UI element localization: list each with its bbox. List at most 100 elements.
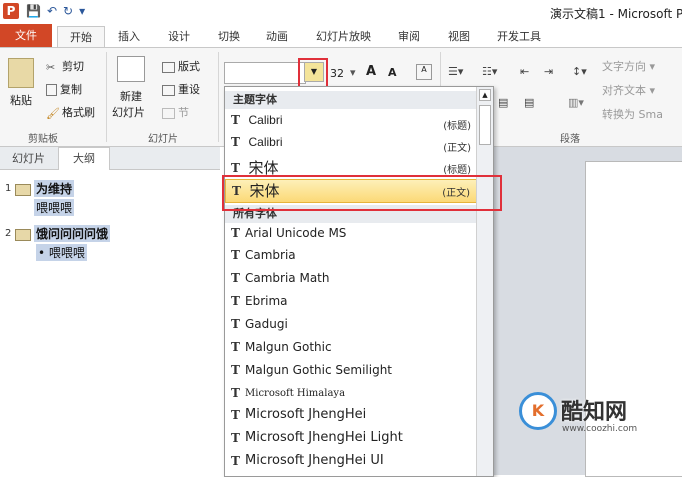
tab-insert[interactable]: 插入 bbox=[118, 26, 140, 47]
columns-icon[interactable]: ▥▾ bbox=[568, 96, 584, 109]
font-option[interactable]: T Calibri (正文) bbox=[225, 135, 477, 157]
tab-transitions[interactable]: 切换 bbox=[218, 26, 240, 47]
truetype-icon: T bbox=[231, 113, 240, 127]
increase-indent-icon[interactable]: ⇥ bbox=[544, 65, 553, 78]
layout-button[interactable]: 版式 bbox=[162, 58, 200, 74]
truetype-icon: T bbox=[231, 340, 240, 354]
paragraph-group-label: 段落 bbox=[560, 134, 580, 145]
scroll-thumb[interactable] bbox=[479, 105, 491, 145]
line-spacing-icon[interactable]: ↕▾ bbox=[572, 65, 587, 78]
copy-button[interactable]: 复制 bbox=[46, 81, 82, 97]
font-option[interactable]: T Malgun Gothic bbox=[225, 340, 477, 362]
outline-title[interactable]: 饿问问问问饿 bbox=[34, 225, 111, 242]
dropdown-scrollbar[interactable]: ▲ bbox=[476, 87, 493, 476]
layout-icon bbox=[162, 61, 175, 73]
align-center-icon[interactable]: ▤ bbox=[524, 96, 534, 109]
format-painter-button[interactable]: 🖌 格式刷 bbox=[46, 104, 95, 120]
shrink-font-button[interactable]: A bbox=[388, 66, 397, 79]
align-text-button[interactable]: 对齐文本 ▾ bbox=[602, 82, 655, 98]
font-option[interactable]: T Microsoft Himalaya bbox=[225, 386, 477, 408]
numbering-icon[interactable]: ☷▾ bbox=[482, 65, 497, 78]
pane-tabs: 幻灯片 大纲 bbox=[0, 147, 220, 170]
tab-home[interactable]: 开始 bbox=[57, 26, 105, 48]
reset-button[interactable]: 重设 bbox=[162, 81, 200, 97]
clear-format-icon[interactable]: A bbox=[416, 64, 432, 80]
font-dropdown: 主题字体 T Calibri (标题) T Calibri (正文) T 宋体 … bbox=[224, 86, 494, 477]
align-left-icon[interactable]: ▤ bbox=[498, 96, 508, 109]
font-name-input[interactable] bbox=[224, 62, 306, 84]
new-slide-icon[interactable] bbox=[117, 56, 145, 82]
watermark-name: 酷知网 bbox=[561, 400, 628, 425]
new-slide-label2[interactable]: 幻灯片 bbox=[112, 104, 145, 120]
reset-icon bbox=[162, 84, 175, 96]
tab-slideshow[interactable]: 幻灯片放映 bbox=[316, 26, 371, 47]
truetype-icon: T bbox=[231, 248, 240, 262]
truetype-icon: T bbox=[231, 407, 240, 422]
truetype-icon: T bbox=[231, 430, 240, 445]
section-button[interactable]: 节 bbox=[162, 104, 189, 120]
section-icon bbox=[162, 107, 175, 119]
cut-button[interactable]: ✂ 剪切 bbox=[46, 58, 84, 74]
slide-thumb-icon[interactable] bbox=[15, 184, 31, 196]
scroll-up-arrow-icon[interactable]: ▲ bbox=[479, 89, 491, 101]
outline-body[interactable]: • 喂喂喂 bbox=[36, 244, 87, 261]
outline-title[interactable]: 为维持 bbox=[34, 180, 75, 197]
undo-icon[interactable]: ↶ bbox=[47, 4, 57, 18]
font-option[interactable]: T Cambria Math bbox=[225, 271, 477, 293]
watermark-url: www.coozhi.com bbox=[562, 424, 638, 434]
convert-smartart-button[interactable]: 转换为 Sma bbox=[602, 106, 663, 122]
tab-slides-pane[interactable]: 幻灯片 bbox=[12, 150, 45, 166]
grow-font-button[interactable]: A bbox=[366, 64, 376, 79]
truetype-icon: T bbox=[231, 363, 240, 377]
paste-icon[interactable] bbox=[8, 58, 34, 88]
tab-review[interactable]: 审阅 bbox=[398, 26, 420, 47]
truetype-icon: T bbox=[231, 135, 240, 149]
quick-access-toolbar: 💾 ↶ ↻ ▾ bbox=[26, 4, 85, 18]
font-option[interactable]: T Ebrima bbox=[225, 294, 477, 316]
font-option[interactable]: T Gadugi bbox=[225, 317, 477, 339]
tab-design[interactable]: 设计 bbox=[168, 26, 190, 47]
title-bar: P 💾 ↶ ↻ ▾ 演示文稿1 - Microsoft P bbox=[0, 0, 682, 25]
qat-more-icon[interactable]: ▾ bbox=[79, 4, 85, 18]
truetype-icon: T bbox=[231, 294, 240, 308]
divider bbox=[106, 52, 107, 142]
bullets-icon[interactable]: ☰▾ bbox=[448, 65, 463, 78]
truetype-icon: T bbox=[231, 160, 240, 175]
copy-icon bbox=[46, 84, 57, 96]
slide-thumb-icon[interactable] bbox=[15, 229, 31, 241]
font-option[interactable]: T Arial Unicode MS bbox=[225, 226, 477, 248]
truetype-icon: T bbox=[231, 271, 240, 285]
truetype-icon: T bbox=[231, 386, 240, 400]
font-option[interactable]: T Malgun Gothic Semilight bbox=[225, 363, 477, 385]
font-option[interactable]: T Microsoft JhengHei bbox=[225, 407, 477, 429]
save-icon[interactable]: 💾 bbox=[26, 4, 41, 18]
ribbon-tabs: 文件 开始 插入 设计 切换 动画 幻灯片放映 审阅 视图 开发工具 bbox=[0, 24, 682, 48]
decrease-indent-icon[interactable]: ⇤ bbox=[520, 65, 529, 78]
outline-pane: 1 为维持 喂喂喂 2 饿问问问问饿 • 喂喂喂 bbox=[0, 170, 220, 475]
tab-animations[interactable]: 动画 bbox=[266, 26, 288, 47]
tab-view[interactable]: 视图 bbox=[448, 26, 470, 47]
tab-outline-pane[interactable]: 大纲 bbox=[58, 147, 110, 170]
slides-group-label: 幻灯片 bbox=[148, 134, 178, 145]
highlight-box bbox=[222, 175, 502, 211]
outline-body[interactable]: 喂喂喂 bbox=[34, 199, 75, 216]
clipboard-group-label: 剪贴板 bbox=[28, 134, 58, 145]
text-direction-button[interactable]: 文字方向 ▾ bbox=[602, 58, 655, 74]
font-option[interactable]: T Microsoft JhengHei UI bbox=[225, 453, 477, 475]
paintbrush-icon: 🖌 bbox=[46, 106, 60, 120]
slide-number: 1 bbox=[5, 183, 12, 194]
font-size-box[interactable]: 32 bbox=[330, 67, 344, 80]
tab-developer[interactable]: 开发工具 bbox=[497, 26, 541, 47]
font-option[interactable]: T Microsoft JhengHei Light bbox=[225, 430, 477, 452]
new-slide-button[interactable]: 新建 bbox=[120, 88, 142, 104]
font-option[interactable]: T Calibri (标题) bbox=[225, 113, 477, 135]
tab-file[interactable]: 文件 bbox=[0, 24, 52, 47]
powerpoint-icon[interactable]: P bbox=[3, 3, 19, 19]
font-option[interactable]: T Cambria bbox=[225, 248, 477, 270]
truetype-icon: T bbox=[231, 226, 240, 240]
paste-button[interactable]: 粘贴 bbox=[10, 92, 32, 108]
slide-number: 2 bbox=[5, 228, 12, 239]
redo-icon[interactable]: ↻ bbox=[63, 4, 73, 18]
truetype-icon: T bbox=[231, 317, 240, 331]
font-size-dropdown-icon[interactable]: ▾ bbox=[350, 66, 356, 79]
